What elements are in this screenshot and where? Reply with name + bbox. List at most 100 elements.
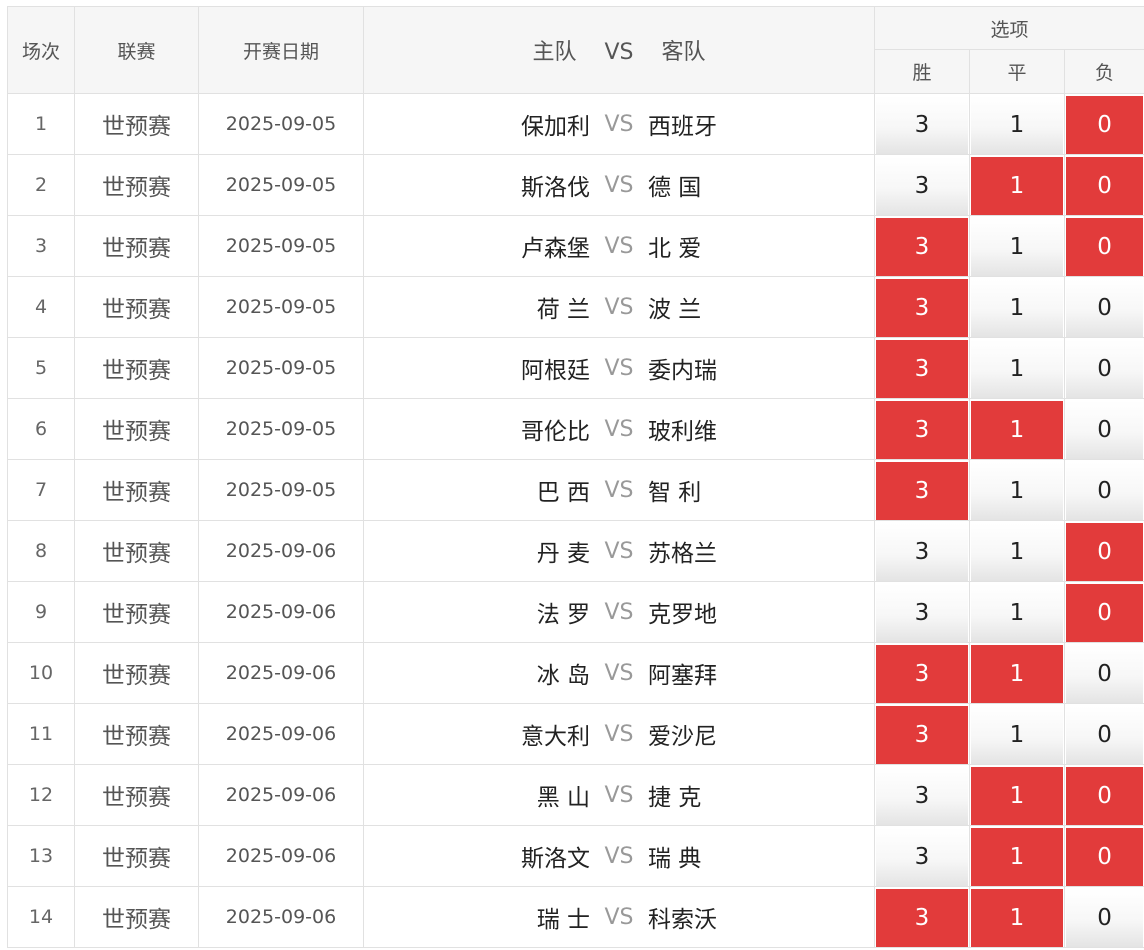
option-draw-button[interactable]: 1 [971, 888, 1063, 947]
away-team: 阿塞拜 [648, 663, 717, 689]
match-date: 2025-09-05 [198, 459, 364, 521]
option-lose-button[interactable]: 0 [1066, 766, 1144, 825]
away-team: 克罗地 [648, 602, 717, 628]
match-date: 2025-09-06 [198, 764, 364, 826]
home-team: 保加利 [521, 114, 590, 140]
option-cell-lose: 0 [1063, 520, 1144, 582]
match-row: 2 世预赛 2025-09-05 斯洛伐 VS 德 国 310 [7, 154, 1144, 216]
option-lose-button[interactable]: 0 [1066, 705, 1144, 764]
match-row: 13 世预赛 2025-09-06 斯洛文 VS 瑞 典 310 [7, 825, 1144, 887]
away-team: 苏格兰 [648, 541, 717, 567]
match-row: 9 世预赛 2025-09-06 法 罗 VS 克罗地 3 1 0 [7, 581, 1144, 643]
option-win-button[interactable]: 3 [876, 400, 968, 459]
option-lose-button[interactable]: 0 [1066, 400, 1144, 459]
home-team: 荷 兰 [536, 297, 590, 323]
match-league: 世预赛 [74, 764, 199, 826]
header-home: 主队 [532, 40, 577, 65]
match-index: 9 [7, 581, 75, 643]
vs-label: VS [604, 538, 634, 564]
option-cell-lose: 0 [1063, 642, 1144, 704]
match-league: 世预赛 [74, 886, 199, 948]
option-win-button[interactable]: 3 [876, 156, 968, 215]
option-lose-button[interactable]: 0 [1066, 583, 1144, 642]
option-cell-win: 3 [874, 703, 970, 765]
match-index: 1 [7, 93, 75, 155]
header-teams: 主队 VS 客队 [363, 6, 875, 94]
match-index: 3 [7, 215, 75, 277]
option-lose-button[interactable]: 0 [1066, 278, 1144, 337]
option-draw-button[interactable]: 1 [971, 156, 1063, 215]
option-draw-button[interactable]: 1 [971, 339, 1063, 398]
option-lose-button[interactable]: 0 [1066, 522, 1144, 581]
option-lose-button[interactable]: 0 [1066, 888, 1144, 947]
option-draw-button[interactable]: 1 [971, 644, 1063, 703]
option-draw-button[interactable]: 1 [971, 400, 1063, 459]
option-lose-button[interactable]: 0 [1066, 156, 1144, 215]
option-win-button[interactable]: 3 [876, 522, 968, 581]
match-teams: 卢森堡 VS 北 爱 [363, 215, 875, 277]
option-lose-button[interactable]: 0 [1066, 217, 1144, 276]
option-win-button[interactable]: 3 [876, 888, 968, 947]
match-league: 世预赛 [74, 398, 199, 460]
option-draw-button[interactable]: 1 [971, 95, 1063, 154]
vs-label: VS [604, 111, 634, 137]
vs-label: VS [604, 904, 634, 930]
header-away: 客队 [661, 40, 706, 65]
option-win-button[interactable]: 3 [876, 583, 968, 642]
home-team: 法 罗 [536, 602, 590, 628]
option-cell-win: 3 [874, 337, 970, 399]
match-row: 7 世预赛 2025-09-05 巴 西 VS 智 利 310 [7, 459, 1144, 521]
option-win-button[interactable]: 3 [876, 461, 968, 520]
option-lose-button[interactable]: 0 [1066, 644, 1144, 703]
option-draw-button[interactable]: 1 [971, 583, 1063, 642]
option-cell-win: 3 [874, 93, 970, 155]
option-lose-button[interactable]: 0 [1066, 461, 1144, 520]
match-teams: 哥伦比 VS 玻利维 [363, 398, 875, 460]
away-team: 西班牙 [648, 114, 717, 140]
match-row: 8 世预赛 2025-09-06 丹 麦 VS 苏格兰 3 1 0 [7, 520, 1144, 582]
option-win-button[interactable]: 3 [876, 95, 968, 154]
option-cell-lose: 0 [1063, 764, 1144, 826]
option-win-button[interactable]: 3 [876, 827, 968, 886]
option-cell-win: 3 [874, 764, 970, 826]
option-win-button[interactable]: 3 [876, 705, 968, 764]
option-lose-button[interactable]: 0 [1066, 339, 1144, 398]
option-win-button[interactable]: 3 [876, 217, 968, 276]
match-teams: 冰 岛 VS 阿塞拜 [363, 642, 875, 704]
header-lose: 负 [1063, 49, 1144, 94]
option-win-button[interactable]: 3 [876, 766, 968, 825]
option-draw-button[interactable]: 1 [971, 461, 1063, 520]
match-row: 6 世预赛 2025-09-05 哥伦比 VS 玻利维 3 1 0 [7, 398, 1144, 460]
option-lose-button[interactable]: 0 [1066, 95, 1144, 154]
option-draw-button[interactable]: 1 [971, 217, 1063, 276]
option-cell-lose: 0 [1063, 154, 1144, 216]
match-index: 8 [7, 520, 75, 582]
option-draw-button[interactable]: 1 [971, 827, 1063, 886]
option-draw-button[interactable]: 1 [971, 705, 1063, 764]
header-vs: VS [604, 40, 634, 65]
home-team: 卢森堡 [521, 236, 590, 262]
option-cell-draw: 1 [969, 215, 1065, 277]
option-draw-button[interactable]: 1 [971, 766, 1063, 825]
option-cell-draw: 1 [969, 398, 1065, 460]
match-index: 2 [7, 154, 75, 216]
option-win-button[interactable]: 3 [876, 644, 968, 703]
match-row: 5 世预赛 2025-09-05 阿根廷 VS 委内瑞 3 1 0 [7, 337, 1144, 399]
away-team: 委内瑞 [648, 358, 717, 384]
match-date: 2025-09-05 [198, 93, 364, 155]
vs-label: VS [604, 294, 634, 320]
vs-label: VS [604, 660, 634, 686]
match-league: 世预赛 [74, 93, 199, 155]
option-draw-button[interactable]: 1 [971, 522, 1063, 581]
option-win-button[interactable]: 3 [876, 339, 968, 398]
vs-label: VS [604, 172, 634, 198]
away-team: 北 爱 [648, 236, 702, 262]
match-index: 6 [7, 398, 75, 460]
option-win-button[interactable]: 3 [876, 278, 968, 337]
option-cell-lose: 0 [1063, 93, 1144, 155]
option-cell-draw: 1 [969, 93, 1065, 155]
match-league: 世预赛 [74, 825, 199, 887]
option-draw-button[interactable]: 1 [971, 278, 1063, 337]
match-date: 2025-09-06 [198, 703, 364, 765]
option-lose-button[interactable]: 0 [1066, 827, 1144, 886]
